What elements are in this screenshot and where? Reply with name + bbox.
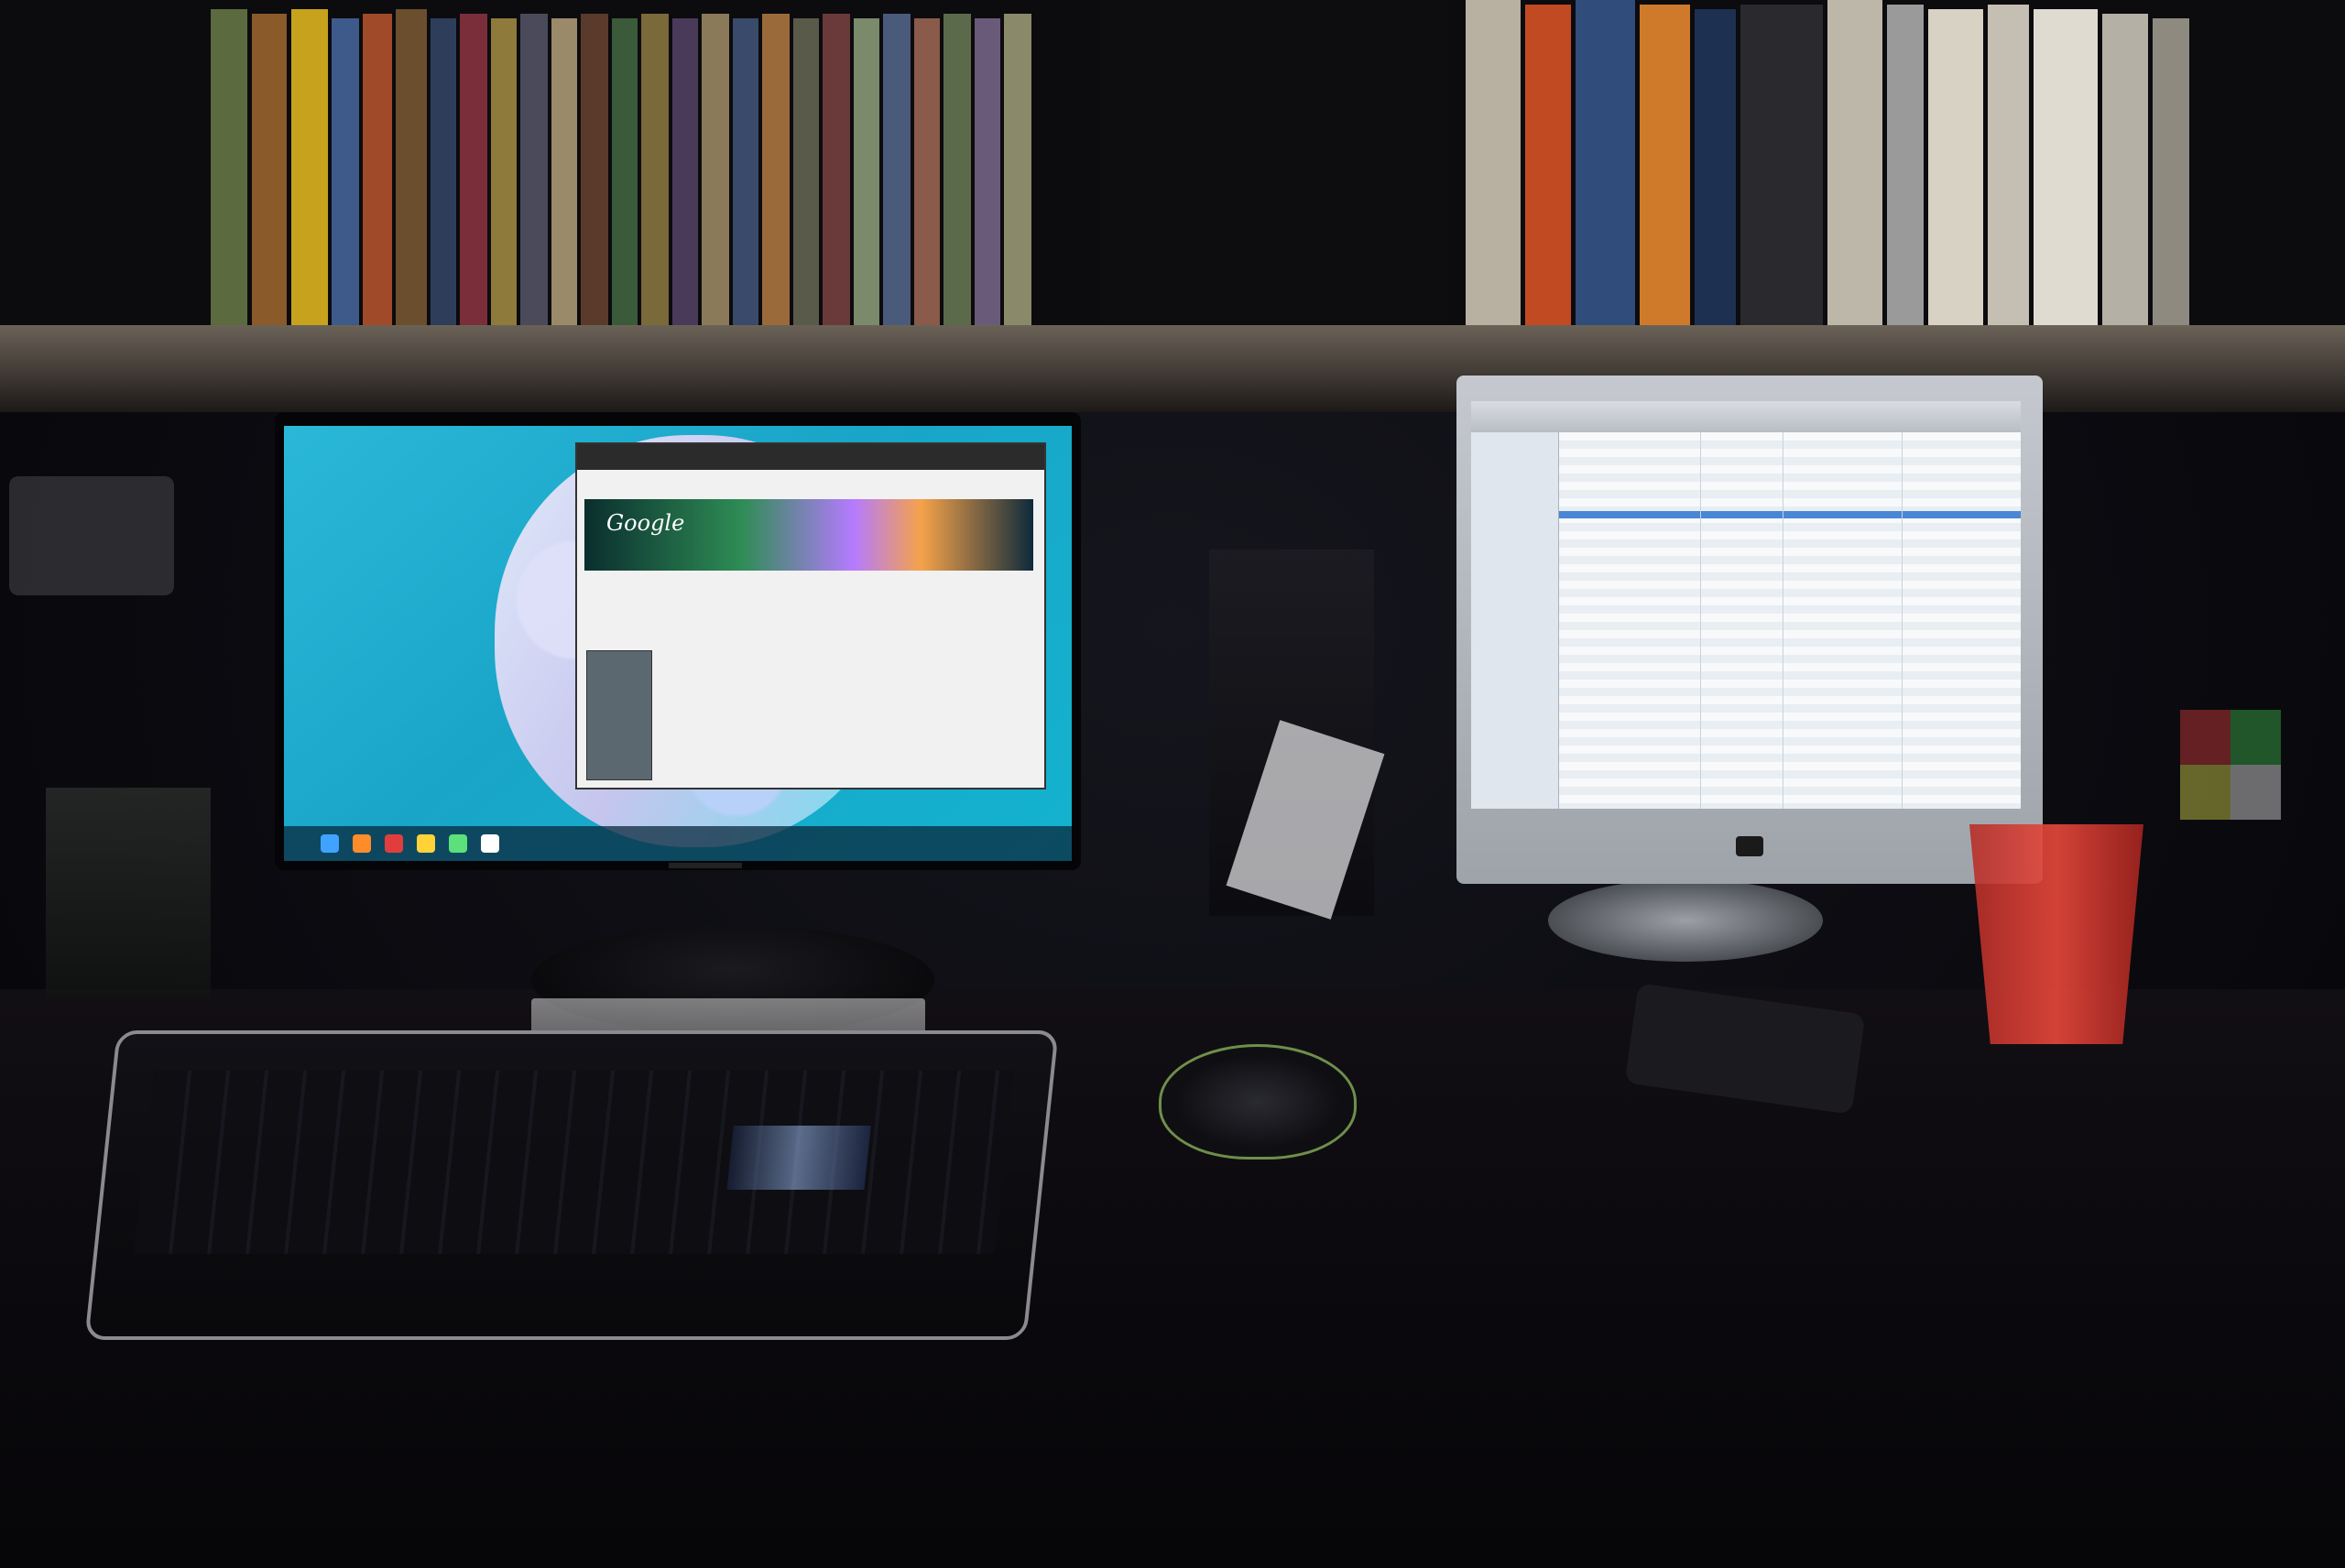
book <box>883 14 911 330</box>
book <box>914 18 940 330</box>
book <box>1576 0 1635 330</box>
book <box>975 18 1000 330</box>
column-divider <box>1902 432 1903 809</box>
media-icon[interactable] <box>385 834 403 853</box>
browser-toolbar[interactable] <box>577 444 1044 470</box>
book <box>823 14 850 330</box>
music-sidebar[interactable] <box>1471 432 1559 809</box>
book <box>733 18 758 330</box>
column-divider <box>1700 432 1701 809</box>
browser-icon[interactable] <box>353 834 371 853</box>
search-banner: Google <box>584 499 1033 571</box>
book <box>943 14 971 330</box>
book <box>641 14 669 330</box>
book <box>396 9 427 330</box>
start-icon[interactable] <box>321 834 339 853</box>
book <box>431 18 456 330</box>
book <box>491 18 517 330</box>
right-monitor <box>1456 376 2043 884</box>
keyboard-keys[interactable] <box>134 1071 1015 1254</box>
book <box>672 18 698 330</box>
desk-organizer <box>46 788 211 998</box>
mouse[interactable] <box>1159 1044 1357 1160</box>
book <box>702 14 729 330</box>
app-icon[interactable] <box>449 834 467 853</box>
book <box>854 18 879 330</box>
side-panel[interactable] <box>586 650 652 780</box>
screen-reflection <box>726 1126 871 1190</box>
book <box>2102 14 2148 330</box>
book <box>1004 14 1031 330</box>
monitor-brand-badge <box>669 863 742 868</box>
book <box>520 14 548 330</box>
taskbar[interactable] <box>284 826 1072 861</box>
book <box>1928 9 1983 330</box>
book <box>2153 18 2189 330</box>
speaker <box>1099 0 1447 330</box>
book <box>1988 5 2029 330</box>
rubiks-cube <box>2180 710 2281 820</box>
book <box>363 14 392 330</box>
book <box>793 18 819 330</box>
book <box>2034 9 2098 330</box>
music-toolbar[interactable] <box>1471 401 2021 432</box>
left-monitor: Google <box>275 412 1081 870</box>
keyboard[interactable] <box>84 1030 1059 1340</box>
browser-logo: Google <box>606 510 685 536</box>
book <box>1466 0 1521 330</box>
folder-icon[interactable] <box>417 834 435 853</box>
book <box>332 18 359 330</box>
book <box>551 18 577 330</box>
book <box>612 18 638 330</box>
book <box>211 9 247 330</box>
book <box>460 14 487 330</box>
wall-object <box>9 476 174 595</box>
bookshelf <box>0 0 2345 330</box>
book <box>762 14 790 330</box>
book <box>1827 0 1882 330</box>
book <box>291 9 328 330</box>
music-library-screen <box>1471 401 2021 809</box>
monitor-logo-icon <box>1736 836 1763 856</box>
monitor-stand <box>1548 879 1823 962</box>
book <box>1887 5 1924 330</box>
book <box>1640 5 1690 330</box>
app-icon[interactable] <box>481 834 499 853</box>
book <box>1740 5 1823 330</box>
song-list[interactable] <box>1559 432 2021 809</box>
book <box>252 14 287 330</box>
selected-song-row[interactable] <box>1559 511 2021 518</box>
book <box>1525 5 1571 330</box>
book <box>581 14 608 330</box>
book <box>1695 9 1736 330</box>
desktop-screen: Google <box>284 426 1072 861</box>
red-cup <box>1969 824 2143 1044</box>
